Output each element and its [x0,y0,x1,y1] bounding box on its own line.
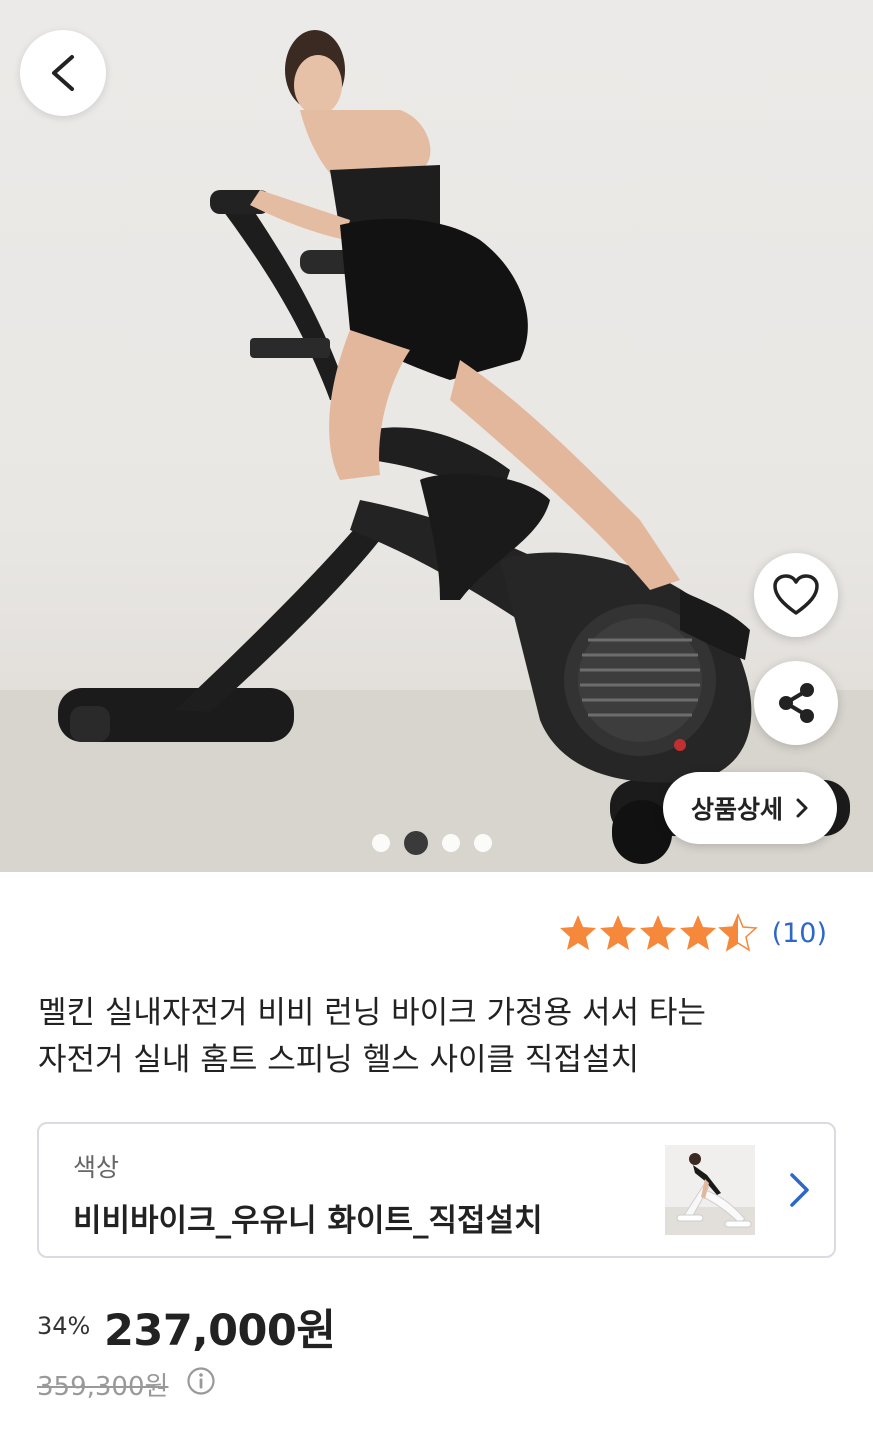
option-value: 비비바이크_우유니 화이트_직접설치 [73,1203,543,1239]
sale-price: 237,000원 [104,1306,336,1356]
heart-outline-icon [773,574,819,615]
original-price: 359,300원 [37,1372,169,1402]
option-thumbnail-image [665,1145,755,1235]
product-image-gallery[interactable]: 상품상세 [0,0,873,872]
option-thumbnail [665,1145,755,1235]
slide-dot-active[interactable] [404,831,428,855]
share-button[interactable] [754,661,838,745]
chevron-left-icon [52,55,74,91]
info-icon[interactable] [186,1366,216,1396]
wishlist-button[interactable] [754,553,838,637]
product-title-line-2: 자전거 실내 홈트 스피닝 헬스 사이클 직접설치 [38,1042,640,1078]
slide-dot[interactable] [372,834,390,852]
share-icon [779,683,814,723]
back-button[interactable] [20,30,106,116]
discount-rate: 34% [37,1312,91,1340]
option-label: 색상 [73,1153,120,1182]
product-photo [0,30,873,872]
rating-summary[interactable]: (10) [558,908,827,958]
chevron-right-icon [796,798,808,818]
chevron-right-icon [790,1173,809,1207]
slide-dot[interactable] [474,834,492,852]
product-detail-label: 상품상세 [690,795,783,824]
star-rating [558,913,758,953]
option-selector[interactable]: 색상 비비바이크_우유니 화이트_직접설치 [37,1122,836,1258]
product-title-line-1: 멜킨 실내자전거 비비 런닝 바이크 가정용 서서 타는 [38,995,706,1031]
stars-icon [559,914,757,951]
product-title: 멜킨 실내자전거 비비 런닝 바이크 가정용 서서 타는 자전거 실내 홈트 스… [38,990,838,1084]
review-count[interactable]: (10) [772,918,827,949]
slide-dot[interactable] [442,834,460,852]
slide-indicator [372,830,492,856]
product-detail-button[interactable]: 상품상세 [663,772,837,844]
